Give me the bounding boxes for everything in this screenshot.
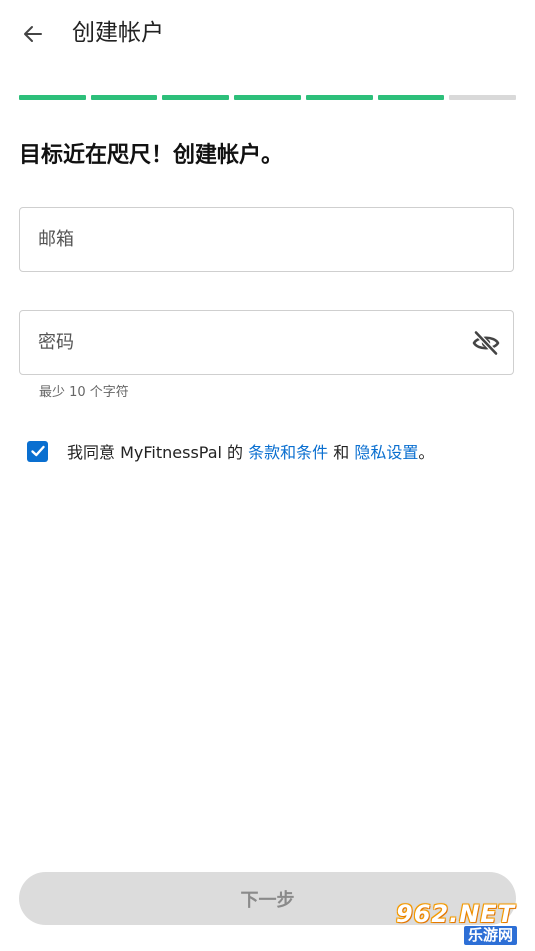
password-input[interactable]: [38, 311, 458, 374]
eye-off-icon: [472, 330, 500, 356]
progress-segment: [90, 95, 158, 100]
top-bar: 创建帐户: [0, 0, 535, 68]
terms-link[interactable]: 条款和条件: [248, 443, 328, 462]
privacy-link[interactable]: 隐私设置: [354, 443, 418, 462]
step-progress-bar: [19, 95, 517, 100]
progress-segment: [377, 95, 445, 100]
email-field[interactable]: [19, 207, 514, 272]
progress-segment: [19, 95, 86, 100]
agreement-prefix: 我同意 MyFitnessPal 的: [67, 443, 249, 462]
toggle-password-visibility-button[interactable]: [471, 329, 501, 357]
progress-segment: [162, 95, 230, 100]
watermark-main: 962.NET: [396, 900, 516, 928]
agreement-row: 我同意 MyFitnessPal 的 条款和条件 和 隐私设置。: [27, 438, 434, 464]
agreement-checkbox[interactable]: [27, 440, 48, 462]
arrow-left-icon: [24, 26, 42, 42]
password-field[interactable]: [19, 310, 514, 375]
password-hint: 最少 10 个字符: [39, 385, 129, 400]
progress-segment: [234, 95, 301, 100]
progress-segment: [305, 95, 373, 100]
agreement-text: 我同意 MyFitnessPal 的 条款和条件 和 隐私设置。: [67, 439, 434, 463]
watermark-logo: 962.NET 乐游网: [396, 900, 529, 946]
agreement-suffix: 。: [418, 443, 435, 462]
back-button[interactable]: [14, 16, 52, 52]
page-title: 创建帐户: [72, 20, 164, 46]
headline: 目标近在咫尺！创建帐户。: [19, 143, 284, 168]
email-input[interactable]: [38, 208, 458, 271]
agreement-middle: 和: [328, 443, 355, 462]
checkmark-icon: [30, 445, 45, 457]
watermark-sub: 乐游网: [464, 926, 518, 945]
progress-segment: [449, 95, 517, 100]
